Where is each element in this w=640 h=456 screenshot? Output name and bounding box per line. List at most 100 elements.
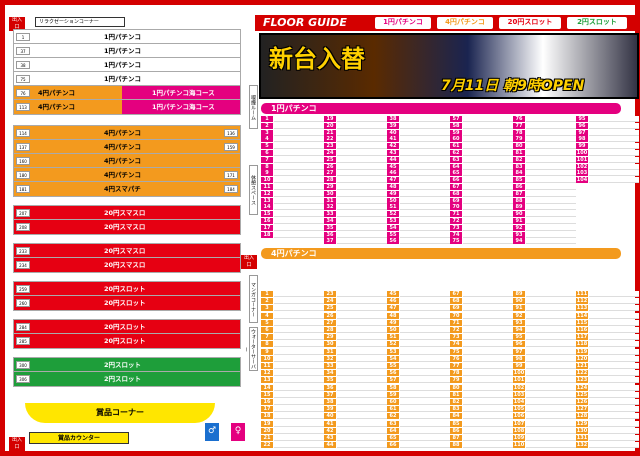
machine-number: 39 xyxy=(324,406,336,413)
machine-list-item: 65 xyxy=(450,170,513,177)
machine-number: 71 xyxy=(450,211,462,218)
machine-title xyxy=(274,143,324,150)
machine-list-item: 104 xyxy=(576,177,639,184)
machine-number: 23 xyxy=(324,291,336,297)
machine-list-item: 55 xyxy=(387,363,450,369)
machine-list-item: 83 xyxy=(450,406,513,413)
tab-20yen-slot[interactable]: 20円スロット xyxy=(499,17,561,29)
machine-title xyxy=(400,122,450,129)
machine-number: 29 xyxy=(324,334,336,341)
machine-title xyxy=(463,384,513,391)
machine-list-item: 4 xyxy=(261,136,324,143)
machine-title xyxy=(526,218,576,224)
machine-title xyxy=(274,224,324,231)
floor-lane: 20円スマスロ 208 xyxy=(13,219,241,235)
machine-number-right: 159 xyxy=(224,143,238,151)
machine-number: 28 xyxy=(324,327,336,333)
machine-title xyxy=(463,298,513,305)
tab-4yen-pachinko[interactable]: 4円パチンコ xyxy=(437,17,493,29)
machine-title xyxy=(337,427,387,434)
machine-title xyxy=(400,218,450,224)
machine-list-item: 43 xyxy=(324,435,387,441)
machine-number: 87 xyxy=(450,435,462,441)
machine-title xyxy=(274,413,324,420)
machine-list-item: 41 xyxy=(324,420,387,427)
machine-number: 5 xyxy=(261,319,273,326)
machine-list-item: 29 xyxy=(324,184,387,190)
machine-number-left: 181 xyxy=(16,185,30,193)
machine-title xyxy=(463,177,513,184)
machine-title xyxy=(337,190,387,197)
floor-lane-sea-course: 1円パチンコ海コース xyxy=(122,86,240,100)
machine-list-item: 93 xyxy=(513,231,576,238)
machine-number: 49 xyxy=(387,190,399,197)
tab-2yen-slot[interactable]: 2円スロット xyxy=(567,17,627,29)
machine-number: 79 xyxy=(513,136,525,143)
machine-number: 118 xyxy=(576,341,588,348)
machine-title xyxy=(526,170,576,177)
machine-number: 8 xyxy=(261,341,273,348)
machine-number: 42 xyxy=(324,427,336,434)
manga-corner-label: マンガコーナー xyxy=(249,275,258,323)
machine-number: 37 xyxy=(324,238,336,245)
machine-list-item: 50 xyxy=(387,327,450,333)
machine-list-item: 30 xyxy=(324,190,387,197)
machine-number: 105 xyxy=(513,406,525,413)
machine-title xyxy=(526,163,576,170)
machine-number: 4 xyxy=(261,312,273,319)
machine-title xyxy=(400,370,450,377)
machine-number: 4 xyxy=(261,136,273,143)
floor-lane-label: 1円パチンコ xyxy=(104,61,142,69)
machine-title xyxy=(400,170,450,177)
machine-list-item: 22 xyxy=(261,442,324,449)
machine-title xyxy=(274,122,324,129)
header-bar: FLOOR GUIDE 1円パチンコ 4円パチンコ 20円スロット 2円スロット xyxy=(255,15,640,31)
machine-list-item: 84 xyxy=(450,413,513,420)
machine-title xyxy=(400,143,450,150)
machine-number: 109 xyxy=(513,435,525,441)
machine-title xyxy=(589,129,639,136)
machine-title xyxy=(526,150,576,156)
machine-number: 58 xyxy=(450,122,462,129)
machine-number: 17 xyxy=(261,224,273,231)
machine-list-item: 88 xyxy=(513,197,576,204)
machine-number-left: 306 xyxy=(16,375,30,383)
machine-number: 45 xyxy=(387,291,399,297)
machine-number: 83 xyxy=(513,163,525,170)
floor-lane-label: 2円スロット xyxy=(104,375,142,383)
machine-title xyxy=(337,334,387,341)
machine-list-item: 73 xyxy=(450,334,513,341)
machine-list-item: 46 xyxy=(387,170,450,177)
machine-number: 15 xyxy=(261,211,273,218)
machine-title xyxy=(274,231,324,238)
machine-number: 72 xyxy=(450,218,462,224)
machine-list-item: 46 xyxy=(387,298,450,305)
banner-date-text: 7月11日 朝9時OPEN xyxy=(441,78,585,94)
machine-number: 107 xyxy=(513,420,525,427)
machine-list-item: 3 xyxy=(261,129,324,136)
machine-number: 85 xyxy=(450,420,462,427)
machine-number: 3 xyxy=(261,305,273,312)
machine-title xyxy=(526,406,576,413)
machine-title xyxy=(400,136,450,143)
machine-title xyxy=(526,204,576,211)
machine-list-item: 94 xyxy=(513,238,576,245)
machine-list-item: 36 xyxy=(324,384,387,391)
machine-number: 123 xyxy=(576,377,588,384)
tab-1yen-pachinko[interactable]: 1円パチンコ xyxy=(375,17,431,29)
machine-number-left: 285 xyxy=(16,337,30,345)
machine-number: 31 xyxy=(324,348,336,355)
machine-title xyxy=(337,231,387,238)
machine-list-item: 116 xyxy=(576,327,639,333)
machine-number: 98 xyxy=(513,355,525,362)
machine-list-item: 41 xyxy=(387,136,450,143)
machine-number: 77 xyxy=(450,363,462,369)
floor-lane-label: 20円スマスロ xyxy=(104,247,146,255)
machine-number: 27 xyxy=(324,319,336,326)
floor-guide-page: リラクゼーションコーナー 出入口 出入口 出入口 1円パチンコ 1 1円パチンコ 37… xyxy=(0,0,640,456)
machine-title xyxy=(400,435,450,441)
machine-title xyxy=(274,150,324,156)
prize-counter: 賞品カウンター xyxy=(29,432,129,444)
machine-title xyxy=(589,177,639,184)
machine-number: 28 xyxy=(324,177,336,184)
